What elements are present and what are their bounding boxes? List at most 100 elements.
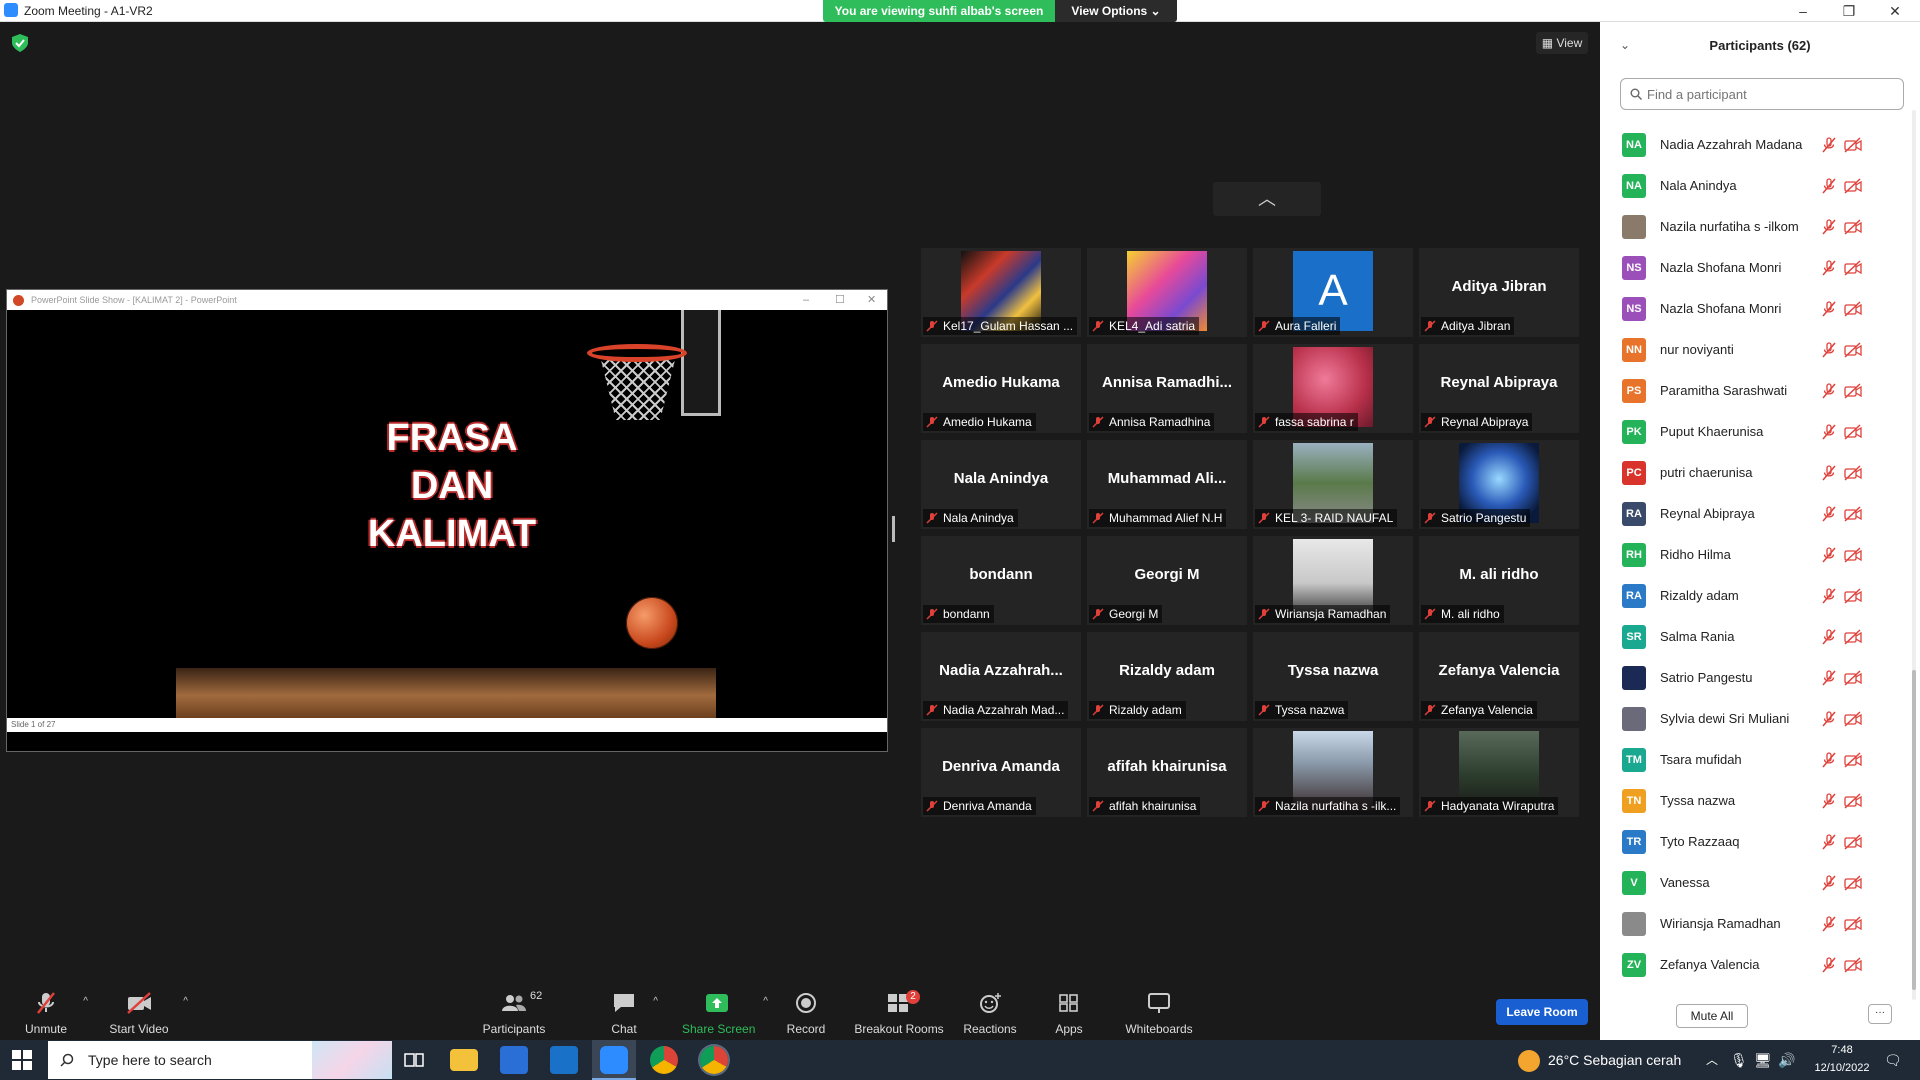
video-tile[interactable]: Rizaldy adam Rizaldy adam	[1087, 632, 1247, 721]
task-view-icon[interactable]	[402, 1046, 426, 1074]
participant-row[interactable]: Sylvia dewi Sri Muliani	[1600, 699, 1908, 740]
participant-row[interactable]: NS Nazla Shofana Monri	[1600, 289, 1908, 330]
video-tile[interactable]: Reynal Abipraya Reynal Abipraya	[1419, 344, 1579, 433]
video-off-icon[interactable]	[1844, 588, 1862, 604]
apps-button[interactable]: Apps	[1051, 988, 1087, 1040]
video-off-icon[interactable]	[1844, 629, 1862, 645]
muted-mic-icon[interactable]	[1821, 629, 1837, 645]
video-off-icon[interactable]	[1844, 260, 1862, 276]
video-tile[interactable]: fassa sabrina r	[1253, 344, 1413, 433]
muted-mic-icon[interactable]	[1821, 301, 1837, 317]
video-off-icon[interactable]	[1844, 506, 1862, 522]
participant-row[interactable]: PS Paramitha Sarashwati	[1600, 371, 1908, 412]
video-off-icon[interactable]	[1844, 547, 1862, 563]
participant-search-input[interactable]	[1620, 78, 1904, 110]
muted-mic-icon[interactable]	[1821, 219, 1837, 235]
video-off-icon[interactable]	[1844, 219, 1862, 235]
video-tile[interactable]: KEL4_Adi satria	[1087, 248, 1247, 337]
participants-button[interactable]: 62 Participants	[479, 988, 549, 1040]
mail-icon[interactable]	[550, 1046, 578, 1074]
participant-row[interactable]: RH Ridho Hilma	[1600, 535, 1908, 576]
participant-row[interactable]: PK Puput Khaerunisa	[1600, 412, 1908, 453]
leave-room-button[interactable]: Leave Room	[1496, 999, 1588, 1025]
whiteboards-button[interactable]: Whiteboards	[1124, 988, 1194, 1040]
participant-row[interactable]: TN Tyssa nazwa	[1600, 781, 1908, 822]
participant-row[interactable]: NA Nala Anindya	[1600, 166, 1908, 207]
video-off-icon[interactable]	[1844, 465, 1862, 481]
chat-button[interactable]: Chat ^	[606, 988, 658, 1040]
participant-row[interactable]: RA Rizaldy adam	[1600, 576, 1908, 617]
participant-row[interactable]: Satrio Pangestu	[1600, 658, 1908, 699]
share-screen-button[interactable]: Share Screen ^	[682, 988, 768, 1040]
view-layout-button[interactable]: ▦ View	[1536, 32, 1588, 54]
file-explorer-icon[interactable]	[450, 1049, 478, 1071]
notifications-icon[interactable]: 🗨	[1884, 1040, 1902, 1080]
network-icon[interactable]: 🖥	[1754, 1040, 1772, 1080]
video-tile[interactable]: Zefanya Valencia Zefanya Valencia	[1419, 632, 1579, 721]
participant-row[interactable]: TM Tsara mufidah	[1600, 740, 1908, 781]
muted-mic-icon[interactable]	[1821, 670, 1837, 686]
muted-mic-icon[interactable]	[1821, 547, 1837, 563]
audio-options-caret[interactable]: ^	[83, 996, 88, 1007]
encryption-shield-icon[interactable]	[12, 34, 28, 52]
video-off-icon[interactable]	[1844, 424, 1862, 440]
muted-mic-icon[interactable]	[1821, 752, 1837, 768]
windows-start-icon[interactable]	[12, 1050, 32, 1070]
video-off-icon[interactable]	[1844, 752, 1862, 768]
muted-mic-icon[interactable]	[1821, 137, 1837, 153]
video-tile[interactable]: Satrio Pangestu	[1419, 440, 1579, 529]
participant-row[interactable]: RA Reynal Abipraya	[1600, 494, 1908, 535]
video-tile[interactable]: Kel17_Gulam Hassan ...	[921, 248, 1081, 337]
muted-mic-icon[interactable]	[1821, 793, 1837, 809]
video-tile[interactable]: Nala Anindya Nala Anindya	[921, 440, 1081, 529]
muted-mic-icon[interactable]	[1821, 342, 1837, 358]
video-tile[interactable]: A Aura Falleri	[1253, 248, 1413, 337]
video-tile[interactable]: Muhammad Ali... Muhammad Alief N.H	[1087, 440, 1247, 529]
split-view-handle[interactable]	[892, 516, 895, 542]
muted-mic-icon[interactable]	[1821, 424, 1837, 440]
participant-row[interactable]: NA Nadia Azzahrah Madana	[1600, 125, 1908, 166]
chevron-up-icon[interactable]: ︿	[1706, 1040, 1718, 1080]
taskbar-search-box[interactable]: Type here to search	[48, 1041, 392, 1079]
video-tile[interactable]: Nadia Azzahrah... Nadia Azzahrah Mad...	[921, 632, 1081, 721]
video-tile[interactable]: afifah khairunisa afifah khairunisa	[1087, 728, 1247, 817]
video-tile[interactable]: Georgi M Georgi M	[1087, 536, 1247, 625]
video-tile[interactable]: KEL 3- RAID NAUFAL	[1253, 440, 1413, 529]
participant-row[interactable]: NS Nazla Shofana Monri	[1600, 248, 1908, 289]
video-off-icon[interactable]	[1844, 793, 1862, 809]
video-tile[interactable]: Nazila nurfatiha s -ilk...	[1253, 728, 1413, 817]
shared-screen[interactable]: PowerPoint Slide Show - [KALIMAT 2] - Po…	[6, 289, 888, 752]
muted-mic-icon[interactable]	[1821, 506, 1837, 522]
view-options-button[interactable]: View Options ⌄	[1055, 0, 1177, 22]
video-off-icon[interactable]	[1844, 711, 1862, 727]
video-off-icon[interactable]	[1844, 957, 1862, 973]
weather-icon[interactable]	[1518, 1050, 1540, 1072]
video-tile[interactable]: Hadyanata Wiraputra	[1419, 728, 1579, 817]
video-tile[interactable]: Annisa Ramadhi... Annisa Ramadhina	[1087, 344, 1247, 433]
weather-text[interactable]: 26°C Sebagian cerah	[1548, 1040, 1681, 1080]
video-off-icon[interactable]	[1844, 178, 1862, 194]
microphone-icon[interactable]: 🎙	[1730, 1040, 1748, 1080]
muted-mic-icon[interactable]	[1821, 711, 1837, 727]
breakout-rooms-button[interactable]: 2 Breakout Rooms	[854, 988, 944, 1040]
clock-date[interactable]: 12/10/2022	[1806, 1062, 1878, 1074]
muted-mic-icon[interactable]	[1821, 957, 1837, 973]
participant-row[interactable]: V Vanessa	[1600, 863, 1908, 904]
video-off-icon[interactable]	[1844, 342, 1862, 358]
minimize-button[interactable]: –	[1780, 0, 1826, 22]
video-off-icon[interactable]	[1844, 875, 1862, 891]
video-off-icon[interactable]	[1844, 301, 1862, 317]
more-options-button[interactable]: ···	[1868, 1004, 1892, 1024]
maximize-button[interactable]: ❐	[1826, 0, 1872, 22]
chrome-icon[interactable]	[650, 1046, 678, 1074]
video-tile[interactable]: bondann bondann	[921, 536, 1081, 625]
participant-row[interactable]: NN nur noviyanti	[1600, 330, 1908, 371]
video-tile[interactable]: Denriva Amanda Denriva Amanda	[921, 728, 1081, 817]
video-options-caret[interactable]: ^	[183, 996, 188, 1007]
volume-icon[interactable]: 🔊	[1778, 1040, 1795, 1080]
video-tile[interactable]: M. ali ridho M. ali ridho	[1419, 536, 1579, 625]
participant-row[interactable]: Nazila nurfatiha s -ilkom	[1600, 207, 1908, 248]
muted-mic-icon[interactable]	[1821, 588, 1837, 604]
chrome-profile-icon[interactable]	[700, 1046, 728, 1074]
participant-list-scrollbar[interactable]	[1912, 110, 1916, 1000]
